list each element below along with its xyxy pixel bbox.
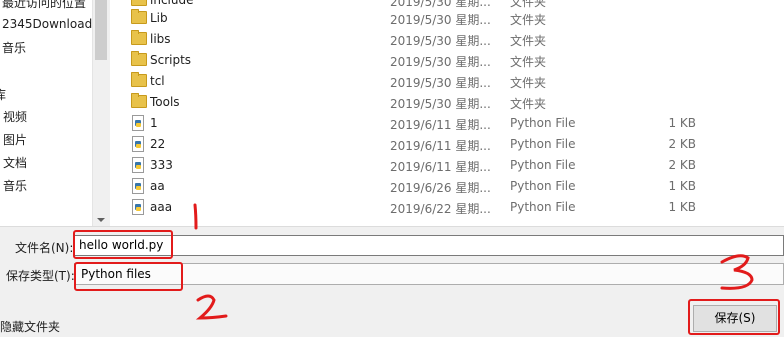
annotation-mark-3 xyxy=(720,254,754,290)
annotation-mark-1 xyxy=(193,203,198,230)
annotation-mark-2 xyxy=(195,294,228,320)
annotation-strokes xyxy=(193,203,754,320)
